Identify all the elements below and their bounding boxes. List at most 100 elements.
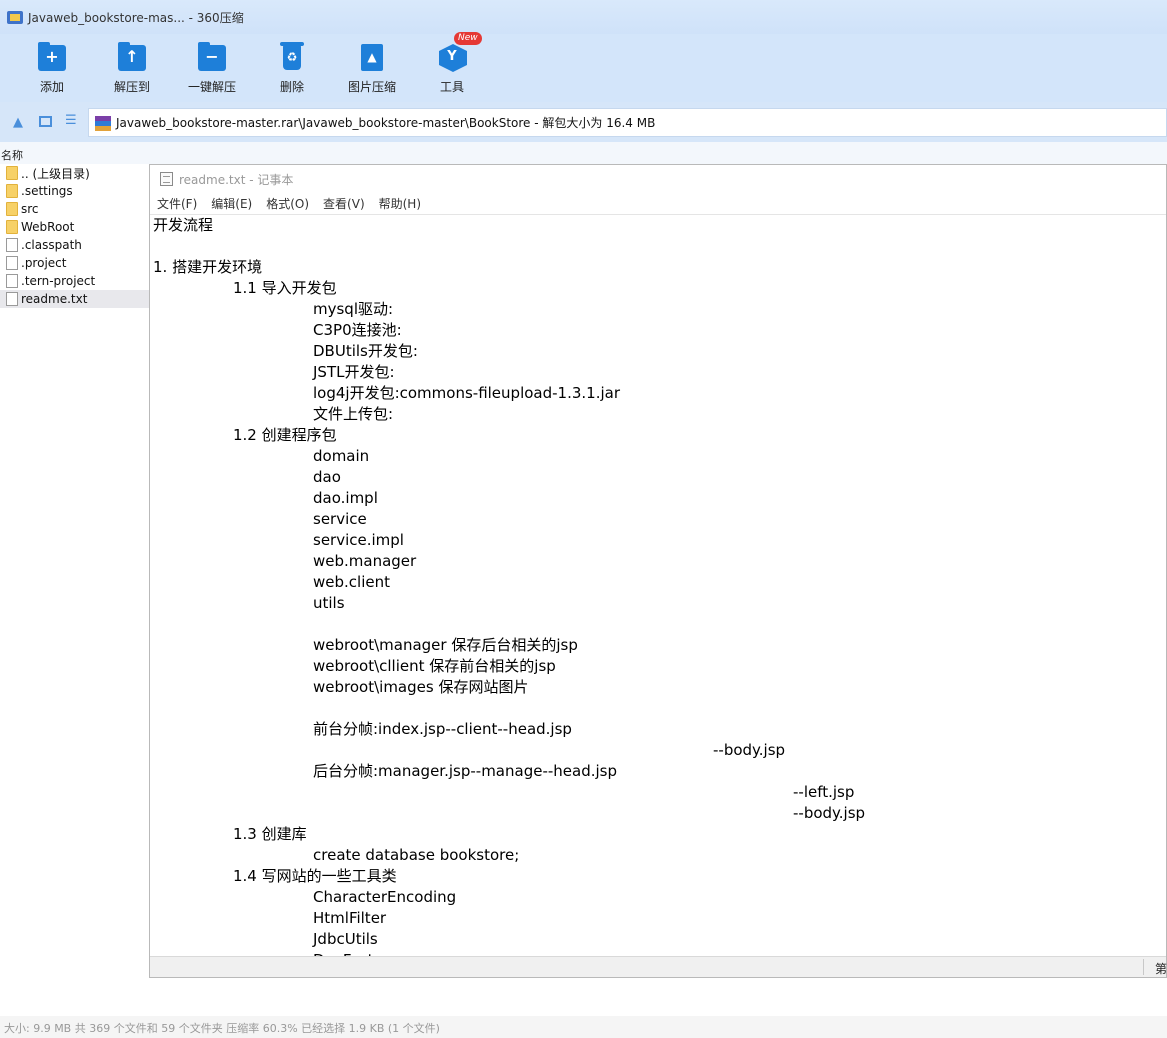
image-compress-button[interactable]: ▲ 图片压缩 (332, 34, 412, 102)
new-badge: New (454, 32, 482, 45)
extract-to-button-label: 解压到 (113, 80, 150, 94)
file-icon (6, 238, 18, 252)
menu-format[interactable]: 格式(O) (266, 195, 309, 212)
status-divider (1143, 959, 1144, 975)
add-button[interactable]: + 添加 (12, 34, 92, 102)
notepad-line (153, 698, 865, 719)
notepad-title: readme.txt - 记事本 (179, 172, 294, 187)
tools-icon: Y (437, 42, 467, 72)
file-list: .. (上级目录) .settings src WebRoot .classpa… (0, 164, 149, 1016)
quick-extract-button-label: 一键解压 (187, 80, 236, 94)
tools-button[interactable]: Y 工具 (412, 34, 492, 102)
menu-file[interactable]: 文件(F) (157, 195, 197, 212)
rar-file-icon (95, 115, 111, 131)
list-item[interactable]: .settings (0, 182, 149, 200)
notepad-line: webroot\images 保存网站图片 (313, 678, 529, 696)
list-item-name: WebRoot (21, 220, 75, 234)
notepad-icon (160, 172, 173, 186)
notepad-line: 1.3 创建库 (233, 825, 307, 843)
notepad-line: dao.impl (313, 489, 378, 507)
delete-button[interactable]: ♻ 删除 (252, 34, 332, 102)
notepad-line: log4j开发包:commons-fileupload-1.3.1.jar (313, 384, 620, 402)
list-item[interactable]: .project (0, 254, 149, 272)
delete-button-label: 删除 (279, 80, 304, 94)
list-item[interactable]: .tern-project (0, 272, 149, 290)
image-compress-button-label: 图片压缩 (347, 80, 396, 94)
notepad-text-content: 开发流程 1. 搭建开发环境 1.1 导入开发包 mysql驱动: C3P0连接池: DB… (153, 215, 865, 956)
notepad-line: web.client (313, 573, 390, 591)
notepad-status-bar: 第 (150, 956, 1167, 977)
notepad-line: service (313, 510, 367, 528)
list-item[interactable]: .classpath (0, 236, 149, 254)
add-button-label: 添加 (39, 80, 64, 94)
window-title: Javaweb_bookstore-mas... - 360压缩 (28, 10, 244, 25)
notepad-menu-bar: 文件(F) 编辑(E) 格式(O) 查看(V) 帮助(H) (150, 193, 1166, 214)
list-view-icon[interactable]: ☰ (65, 114, 77, 128)
folder-icon (6, 166, 18, 180)
notepad-line: 开发流程 (153, 216, 214, 234)
notepad-line: webroot\manager 保存后台相关的jsp (313, 636, 578, 654)
notepad-line: 1.1 导入开发包 (233, 279, 337, 297)
toolbar: + 添加 ↑ 解压到 − 一键解压 ♻ 删除 ▲ 图片压缩 Y 工具 (0, 34, 1167, 102)
notepad-window: readme.txt - 记事本 文件(F) 编辑(E) 格式(O) 查看(V)… (149, 164, 1167, 978)
folder-icon (6, 202, 18, 216)
address-bar: ▲ ☰ Javaweb_bookstore-master.rar\Javaweb… (0, 102, 1167, 142)
add-icon: + (37, 42, 67, 72)
notepad-line: DBUtils开发包: (313, 342, 418, 360)
folder-icon (6, 184, 18, 198)
notepad-line: JdbcUtils (313, 930, 378, 948)
notepad-line: 前台分帧:index.jsp--client--head.jsp (313, 720, 572, 738)
notepad-line: JSTL开发包: (313, 363, 395, 381)
notepad-line: mysql驱动: (313, 300, 394, 318)
thumbnail-view-icon[interactable] (39, 116, 52, 127)
notepad-line (153, 614, 865, 635)
path-text: Javaweb_bookstore-master.rar\Javaweb_boo… (116, 116, 656, 130)
notepad-line: --body.jsp (793, 804, 866, 822)
list-item[interactable]: src (0, 200, 149, 218)
menu-view[interactable]: 查看(V) (323, 195, 365, 212)
notepad-line: 1. 搭建开发环境 (153, 258, 263, 276)
status-text: 大小: 9.9 MB 共 369 个文件和 59 个文件夹 压缩率 60.3% … (4, 1022, 440, 1035)
list-item-name: .classpath (21, 238, 82, 252)
notepad-line: 后台分帧:manager.jsp--manage--head.jsp (313, 762, 617, 780)
notepad-line: webroot\cllient 保存前台相关的jsp (313, 657, 556, 675)
quick-extract-button[interactable]: − 一键解压 (172, 34, 252, 102)
notepad-line: 1.4 写网站的一些工具类 (233, 867, 397, 885)
path-field[interactable]: Javaweb_bookstore-master.rar\Javaweb_boo… (88, 108, 1167, 137)
delete-icon: ♻ (277, 42, 307, 72)
notepad-line: C3P0连接池: (313, 321, 402, 339)
notepad-line: HtmlFilter (313, 909, 387, 927)
list-item-selected[interactable]: readme.txt (0, 290, 149, 308)
status-bar: 大小: 9.9 MB 共 369 个文件和 59 个文件夹 压缩率 60.3% … (0, 1016, 1167, 1038)
quick-extract-icon: − (197, 42, 227, 72)
notepad-line (153, 236, 865, 257)
list-item-name: .. (上级目录) (21, 166, 90, 181)
list-item[interactable]: WebRoot (0, 218, 149, 236)
list-item[interactable]: .. (上级目录) (0, 164, 149, 182)
extract-to-icon: ↑ (117, 42, 147, 72)
notepad-line: --body.jsp (713, 741, 786, 759)
notepad-line: CharacterEncoding (313, 888, 457, 906)
notepad-line: service.impl (313, 531, 404, 549)
title-bar: Javaweb_bookstore-mas... - 360压缩 (0, 0, 1167, 34)
extract-to-button[interactable]: ↑ 解压到 (92, 34, 172, 102)
list-item-name: .project (21, 256, 67, 270)
text-file-icon (6, 292, 18, 306)
file-icon (6, 274, 18, 288)
list-item-name: readme.txt (21, 292, 88, 306)
app-archive-icon (7, 9, 23, 25)
folder-icon (6, 220, 18, 234)
file-icon (6, 256, 18, 270)
menu-help[interactable]: 帮助(H) (379, 195, 421, 212)
column-header-name[interactable]: 名称 (1, 147, 23, 163)
notepad-line: domain (313, 447, 370, 465)
notepad-text-area[interactable]: 开发流程 1. 搭建开发环境 1.1 导入开发包 mysql驱动: C3P0连接池: DB… (150, 214, 1166, 956)
notepad-line: --left.jsp (793, 783, 855, 801)
menu-edit[interactable]: 编辑(E) (211, 195, 252, 212)
list-item-name: src (21, 202, 39, 216)
tools-button-label: 工具 (439, 80, 464, 94)
up-arrow-icon[interactable]: ▲ (13, 115, 23, 130)
notepad-line: utils (313, 594, 345, 612)
notepad-line: 文件上传包: (313, 405, 394, 423)
notepad-status-text: 第 (1155, 962, 1167, 976)
